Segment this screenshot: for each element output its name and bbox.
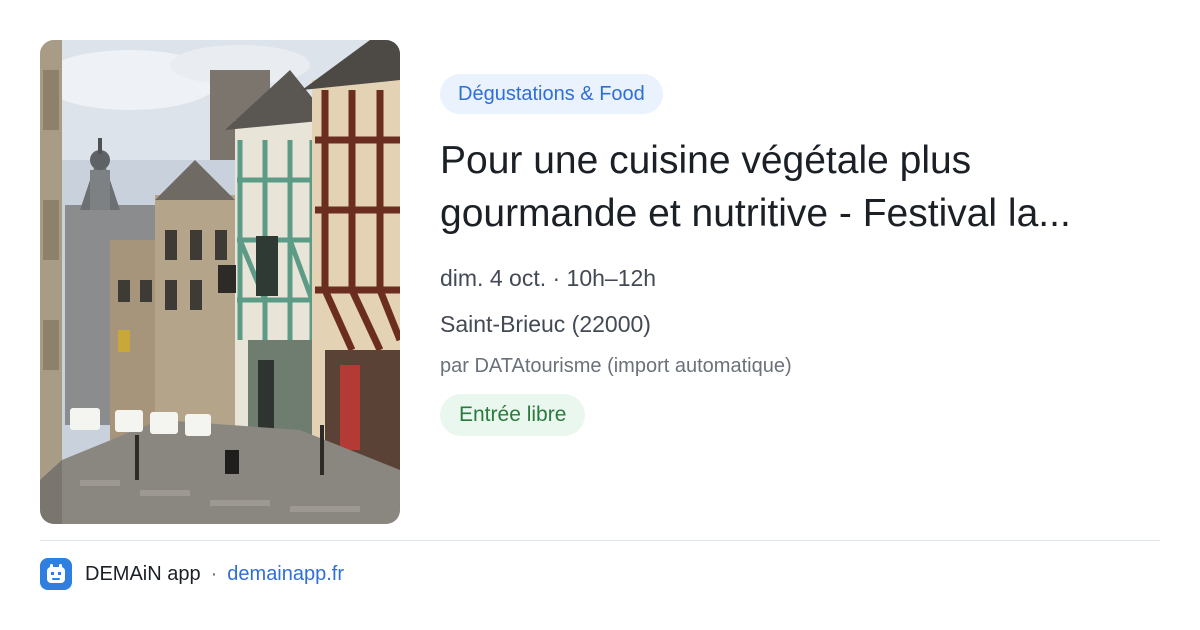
event-photo[interactable]: [40, 40, 400, 524]
footer: DEMAiN app · demainapp.fr: [40, 556, 344, 592]
app-name: DEMAiN app: [85, 562, 201, 585]
event-location: Saint-Brieuc (22000): [440, 311, 651, 337]
app-domain-link[interactable]: demainapp.fr: [227, 563, 344, 586]
event-date-time: dim. 4 oct. · 10h–12h: [440, 265, 657, 291]
demain-logo-icon: [40, 558, 72, 590]
street-photo: [40, 40, 400, 524]
event-info: Dégustations & Food Pour une cuisine vég…: [440, 74, 1140, 436]
price-badge: Entrée libre: [440, 394, 586, 436]
footer-divider: [40, 540, 1160, 541]
event-source: par DATAtourisme (import automatique): [440, 355, 792, 377]
event-title[interactable]: Pour une cuisine végétale plus gourmande…: [440, 134, 1120, 240]
event-card[interactable]: Dégustations & Food Pour une cuisine vég…: [0, 0, 1200, 630]
footer-separator: ·: [210, 562, 218, 585]
category-badge[interactable]: Dégustations & Food: [440, 74, 663, 114]
